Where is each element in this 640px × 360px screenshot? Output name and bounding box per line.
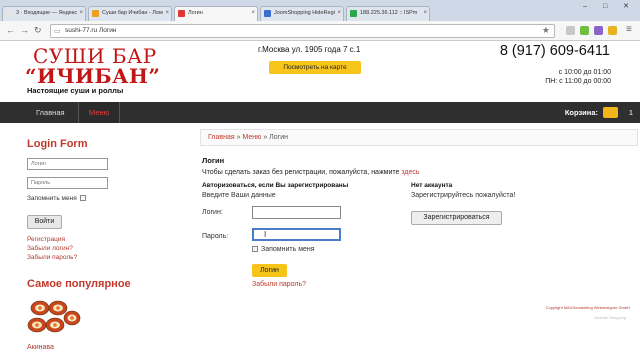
tab-title: Суши бар Ичибан - Лом: [102, 10, 163, 16]
tab-title: 188.225.36.112 :: ISPm: [360, 10, 418, 16]
login-form-title: Login Form: [27, 138, 88, 150]
reload-icon[interactable]: ↻: [34, 25, 42, 36]
address: г.Москва ул. 1905 года 7 с.1: [258, 45, 361, 54]
browser-toolbar: ← → ↻ ▭ sushi-77.ru Логин ★ ≡: [0, 21, 640, 41]
extension-icon[interactable]: [608, 26, 617, 35]
intro-text: Чтобы сделать заказ без регистрации, пож…: [202, 169, 420, 176]
sidebar-login-button[interactable]: Войти: [27, 215, 62, 229]
sidebar-login-input[interactable]: [27, 158, 108, 170]
text-cursor-icon: I: [264, 230, 267, 239]
remember-checkbox[interactable]: [79, 195, 86, 202]
remember-checkbox[interactable]: [252, 246, 258, 253]
extension-icon[interactable]: [566, 26, 575, 35]
hours-monday: ПН: с 11:00 до 00:00: [545, 78, 611, 85]
logo-line2[interactable]: “ИЧИБАН”: [25, 64, 160, 88]
url-text[interactable]: sushi-77.ru Логин: [65, 27, 116, 34]
login-section-heading: Авторизоваться, если Вы зарегистрированы: [202, 182, 349, 189]
phone-number: 8 (917) 609-6411: [499, 43, 610, 59]
forgot-password-link[interactable]: Забыли пароль?: [27, 254, 77, 261]
login-input[interactable]: [252, 206, 341, 219]
menu-item-menu[interactable]: Меню: [78, 102, 121, 123]
menu-icon[interactable]: ≡: [626, 24, 632, 35]
remember-label: Запомнить меня: [27, 195, 77, 202]
popular-title: Самое популярное: [27, 278, 131, 290]
bookmark-star-icon[interactable]: ★: [542, 25, 550, 36]
page-icon: ▭: [54, 28, 61, 35]
page-title: Логин: [202, 156, 225, 165]
joomla-icon: [264, 10, 271, 17]
login-section-sub: Введите Ваши данные: [202, 192, 276, 199]
window-controls[interactable]: – □ ✕: [583, 2, 636, 10]
register-button[interactable]: Зарегистрироваться: [411, 211, 502, 225]
register-section-heading: Нет аккаунта: [411, 182, 453, 189]
tagline: Настоящие суши и роллы: [27, 86, 124, 95]
joomla-icon: [92, 10, 99, 17]
extension-icon[interactable]: [580, 26, 589, 35]
cart-count: 1: [628, 108, 633, 117]
product-name[interactable]: Акинава: [27, 344, 54, 351]
remember-label: Запомнить меня: [261, 246, 315, 253]
cart-label[interactable]: Корзина:: [565, 102, 598, 123]
guest-order-link[interactable]: здесь: [401, 169, 419, 176]
sidebar-remember-row[interactable]: Запомнить меня: [27, 195, 86, 202]
breadcrumb-home[interactable]: Главная: [208, 134, 235, 141]
main-menu: Главная Меню Корзина: 1: [0, 102, 640, 123]
close-icon[interactable]: ×: [337, 7, 341, 20]
view-map-button[interactable]: Посмотреть на карте: [269, 61, 361, 74]
joomla-icon: [178, 10, 185, 17]
extension-icon[interactable]: [594, 26, 603, 35]
back-arrow-icon[interactable]: ←: [6, 25, 15, 35]
mail-icon: [6, 10, 13, 17]
close-icon[interactable]: ×: [423, 7, 427, 20]
breadcrumb-menu[interactable]: Меню: [242, 134, 261, 141]
browser-tab-active[interactable]: Логин ×: [174, 6, 258, 22]
forgot-login-link[interactable]: Забыли логин?: [27, 245, 73, 252]
close-icon[interactable]: ×: [165, 7, 169, 20]
browser-tab[interactable]: 188.225.36.112 :: ISPm ×: [346, 6, 430, 21]
cart-icon[interactable]: [603, 107, 618, 118]
browser-tab-bar: 3 · Входящие — Яндекс × Суши бар Ичибан …: [0, 0, 640, 22]
register-section-sub: Зарегистрируйтесь пожалуйста!: [411, 192, 516, 199]
hours-weekday: с 10:00 до 01:00: [558, 69, 611, 76]
browser-tab[interactable]: 3 · Входящие — Яндекс ×: [2, 6, 86, 21]
tab-title: 3 · Входящие — Яндекс: [16, 10, 78, 16]
server-icon: [350, 10, 357, 17]
login-button[interactable]: Логин: [252, 264, 287, 277]
browser-tab[interactable]: JoomShopping HideRegi ×: [260, 6, 344, 21]
copyright-text[interactable]: Copyright MAXXmarketing Webdesigner GmbH: [546, 305, 630, 310]
breadcrumb-current: Логин: [269, 134, 288, 141]
tab-title: JoomShopping HideRegi: [274, 10, 335, 16]
remember-row[interactable]: Запомнить меня: [252, 246, 315, 253]
password-label: Пароль:: [202, 233, 229, 240]
intro-text-body: Чтобы сделать заказ без регистрации, пож…: [202, 169, 402, 176]
forward-arrow-icon[interactable]: →: [20, 25, 29, 35]
login-label: Логин:: [202, 209, 223, 216]
register-link[interactable]: Регистрация: [27, 236, 65, 243]
tab-title: Логин: [188, 10, 203, 16]
sidebar-password-input[interactable]: [27, 177, 108, 189]
breadcrumb-separator: »: [261, 134, 270, 141]
browser-tab[interactable]: Суши бар Ичибан - Лом ×: [88, 6, 172, 21]
sushi-image[interactable]: [27, 298, 81, 340]
breadcrumb: Главная » Меню » Логин: [200, 129, 638, 146]
menu-item-home[interactable]: Главная: [26, 102, 75, 123]
close-icon[interactable]: ×: [251, 7, 255, 20]
forgot-password-link[interactable]: Забыли пароль?: [252, 281, 306, 288]
footer-text: Joomla! Shopping: [593, 315, 626, 320]
address-bar[interactable]: ▭ sushi-77.ru Логин ★: [50, 24, 555, 38]
close-icon[interactable]: ×: [79, 7, 83, 20]
